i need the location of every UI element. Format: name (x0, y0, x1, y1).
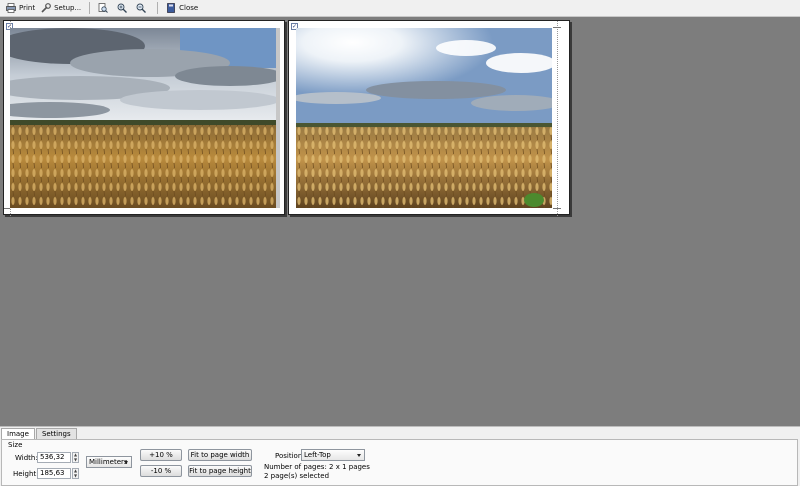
size-section-label: Size (8, 441, 23, 449)
image-tab-content: Size Width: 536,32 ▲ ▼ Height: 185,63 ▲ … (1, 439, 798, 486)
zoom-plus-10-button[interactable]: +10 % (140, 449, 182, 461)
position-select-value: Left-Top (304, 451, 331, 459)
print-button[interactable]: Print (3, 1, 38, 16)
unit-select[interactable]: Millimeters (86, 456, 132, 468)
position-select[interactable]: Left-Top (301, 449, 365, 461)
page-preview-1[interactable]: ✓ (3, 20, 285, 216)
wheat-field-photo-right (296, 28, 552, 208)
wrench-icon (41, 3, 52, 13)
setup-label: Setup... (54, 4, 82, 12)
width-field[interactable]: 536,32 (37, 452, 71, 463)
page-preview-2[interactable]: ✓ (288, 20, 570, 216)
crop-mark (4, 208, 10, 209)
fit-to-page-height-button[interactable]: Fit to page height (188, 465, 252, 477)
toolbar-separator (89, 2, 91, 14)
spin-down-icon[interactable]: ▼ (73, 457, 78, 463)
width-label: Width: (15, 454, 38, 462)
zoom-out-button[interactable] (133, 1, 152, 16)
toolbar-separator (157, 2, 159, 14)
spin-down-icon[interactable]: ▼ (73, 473, 78, 479)
zoom-minus-10-button[interactable]: -10 % (140, 465, 182, 477)
number-of-pages-text: Number of pages: 2 x 1 pages (264, 463, 370, 471)
tab-settings[interactable]: Settings (35, 428, 77, 439)
printer-icon (6, 3, 16, 13)
zoom-out-icon (136, 3, 147, 13)
close-label: Close (179, 4, 199, 12)
pages-selected-text: 2 page(s) selected (264, 472, 330, 480)
page-margin-strip (276, 28, 280, 208)
close-book-icon (166, 3, 176, 13)
print-label: Print (19, 4, 36, 12)
wheat-field-photo-left (10, 28, 276, 208)
height-label: Height: (13, 470, 39, 478)
width-spinner[interactable]: ▲ ▼ (72, 452, 79, 463)
zoom-in-icon (117, 3, 128, 13)
image-settings-panel: Image Settings Size Width: 536,32 ▲ ▼ He… (0, 426, 800, 486)
zoom-page-button[interactable] (95, 1, 114, 16)
setup-button[interactable]: Setup... (38, 1, 84, 16)
print-preview-area[interactable]: ✓ ✓ (0, 17, 800, 426)
crop-mark (553, 27, 561, 28)
fit-to-page-width-button[interactable]: Fit to page width (188, 449, 252, 461)
close-button[interactable]: Close (163, 1, 201, 16)
toolbar: Print Setup... Close (0, 0, 800, 17)
height-spinner[interactable]: ▲ ▼ (72, 468, 79, 479)
crop-mark (553, 208, 561, 209)
height-field[interactable]: 185,63 (37, 468, 71, 479)
chevron-down-icon (357, 454, 361, 457)
unit-select-value: Millimeters (89, 458, 128, 466)
chevron-down-icon (124, 461, 128, 464)
page-zoom-icon (98, 3, 109, 13)
margin-guide (557, 21, 558, 216)
zoom-in-button[interactable] (114, 1, 133, 16)
